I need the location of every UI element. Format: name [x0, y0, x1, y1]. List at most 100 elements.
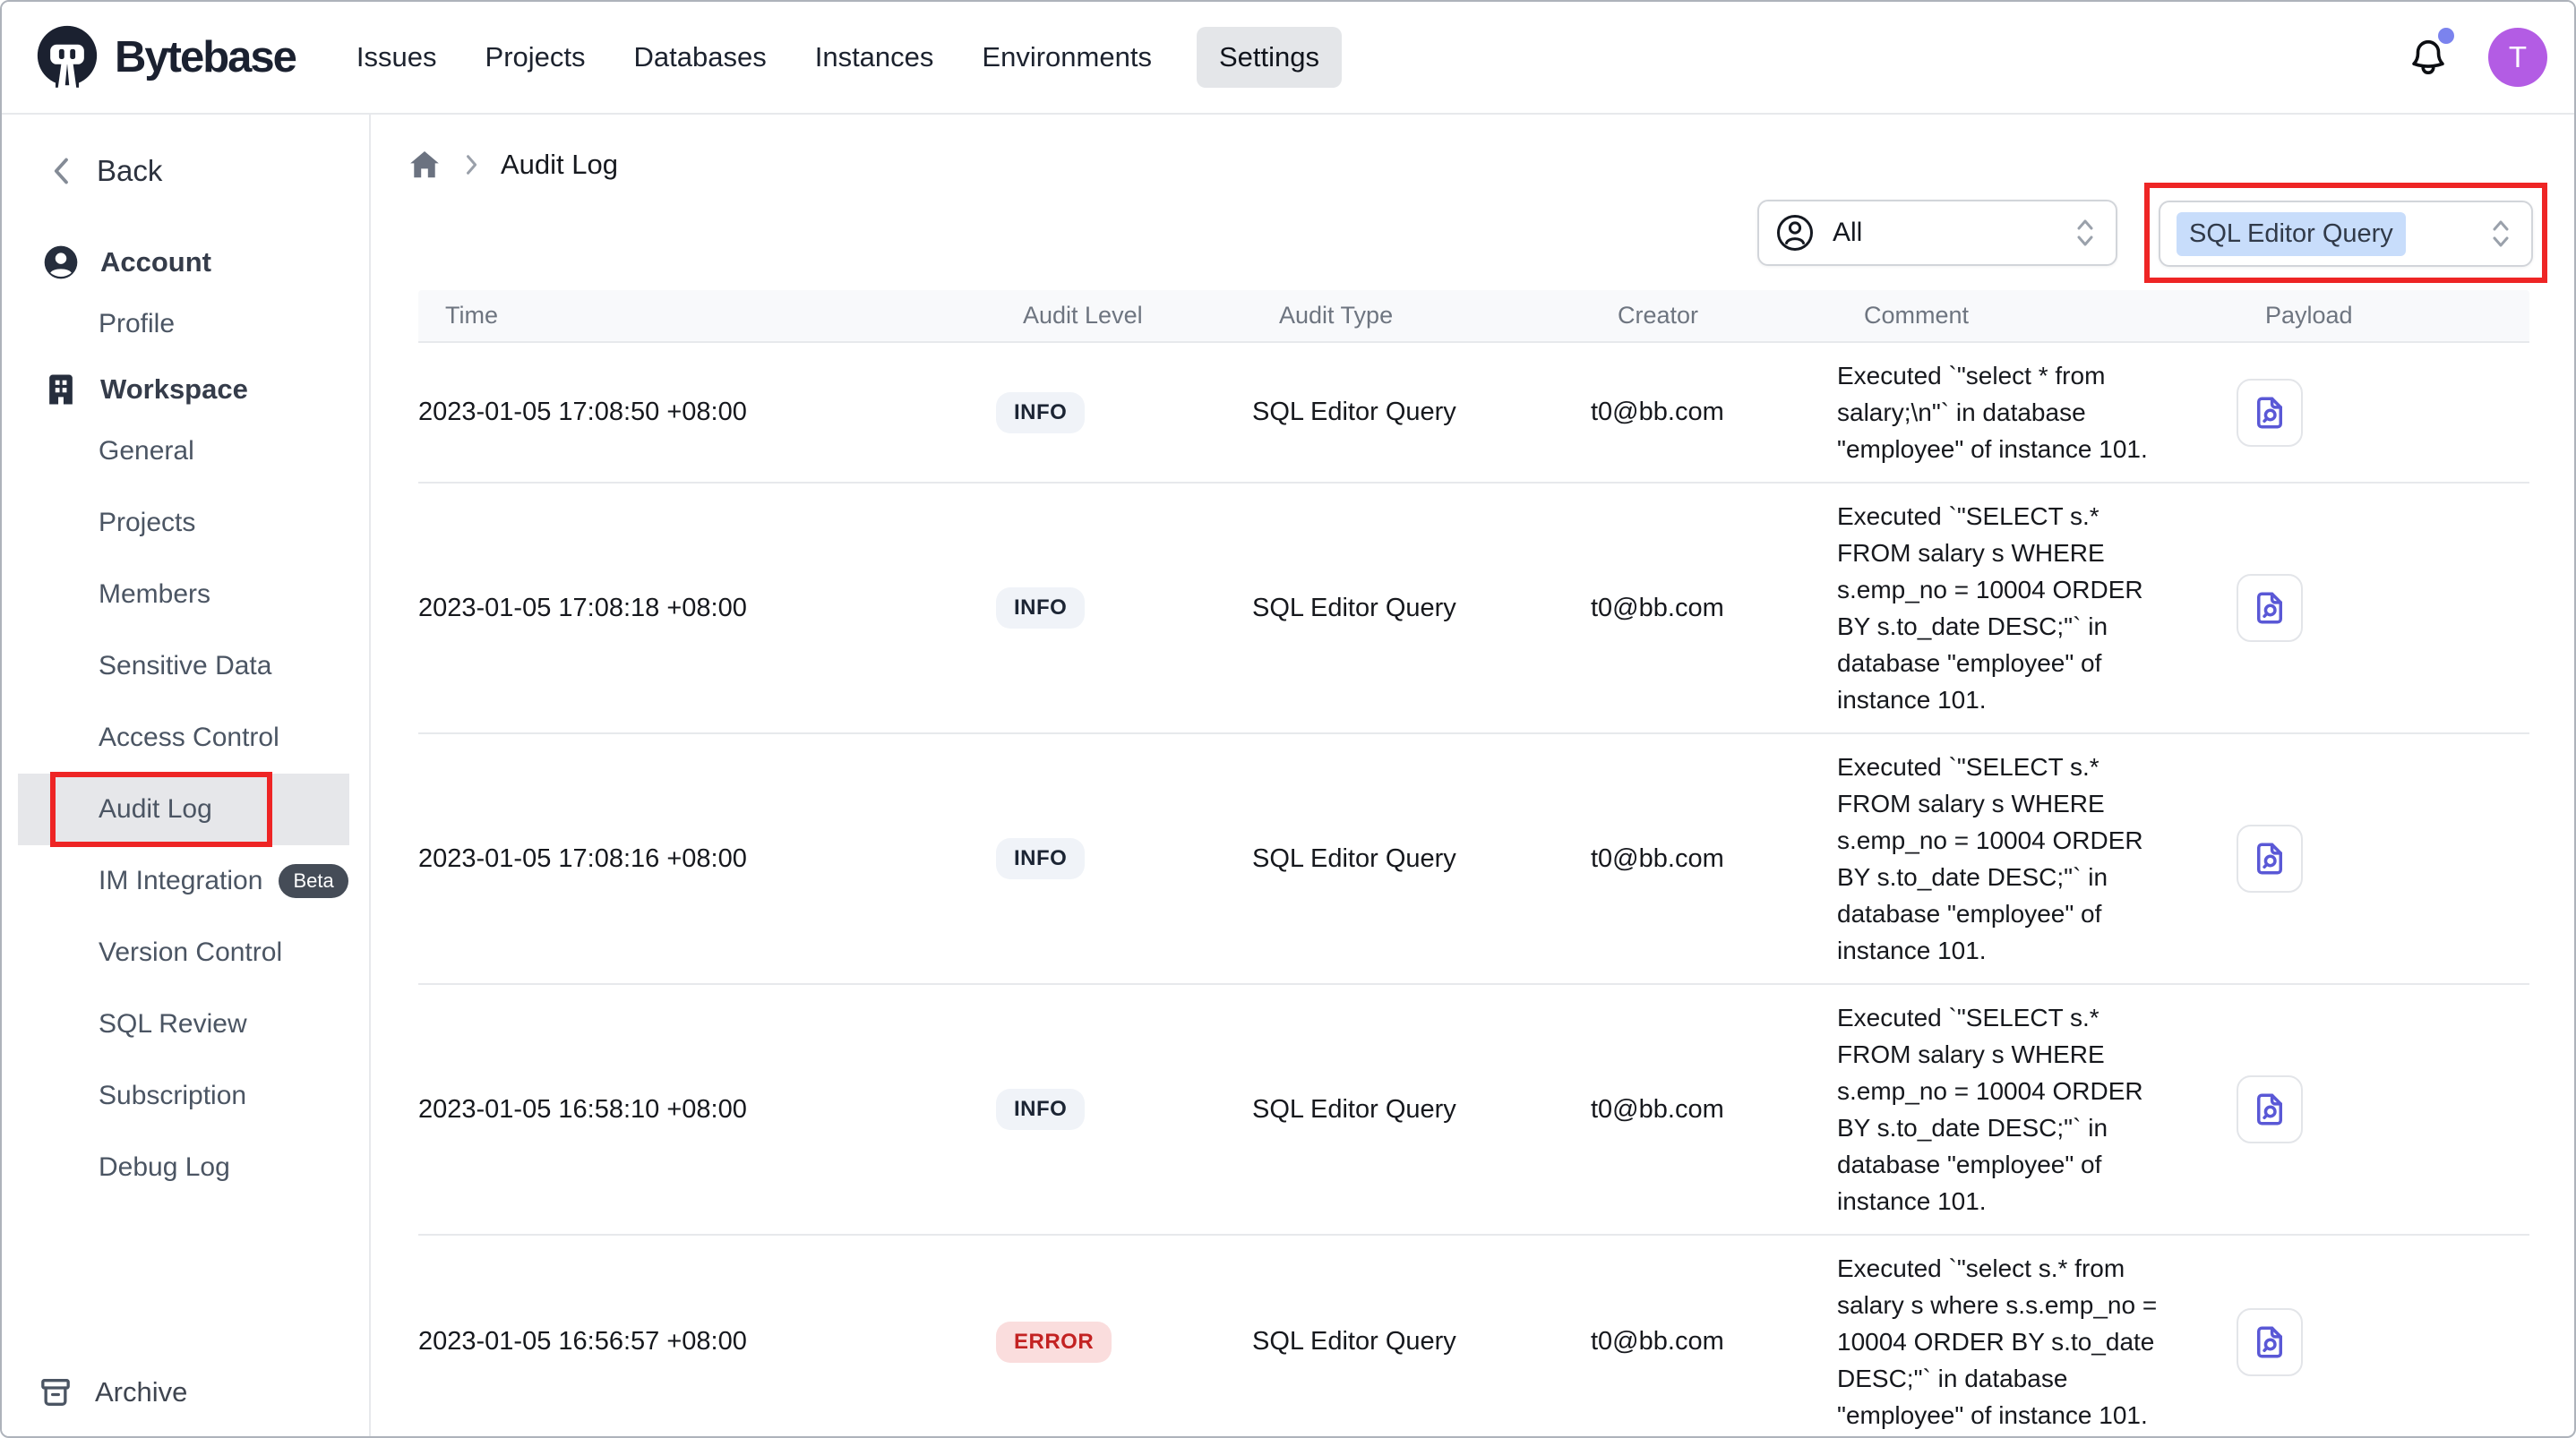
- table-header: Time Audit Level Audit Type Creator Comm…: [418, 290, 2529, 341]
- sidebar-item-label: Subscription: [99, 1081, 246, 1111]
- back-label: Back: [97, 154, 162, 188]
- row-level-cell: ERROR: [996, 1322, 1252, 1363]
- sidebar-item-general[interactable]: General: [2, 415, 349, 487]
- table-row: 2023-01-05 17:08:50 +08:00 INFO SQL Edit…: [418, 341, 2529, 482]
- sidebar-item-label: Debug Log: [99, 1152, 230, 1183]
- sidebar-item-sql-review[interactable]: SQL Review: [2, 989, 349, 1060]
- row-level-cell: INFO: [996, 587, 1252, 629]
- col-header-creator: Creator: [1618, 302, 1864, 330]
- sidebar-item-subscription[interactable]: Subscription: [2, 1060, 349, 1132]
- sidebar-item-archive[interactable]: Archive: [2, 1365, 369, 1420]
- row-time: 2023-01-05 16:58:10 +08:00: [418, 1095, 996, 1125]
- brand[interactable]: Bytebase: [32, 22, 296, 92]
- annotation-red-box-filter: SQL Editor Query: [2144, 183, 2547, 283]
- sidebar-item-label: Sensitive Data: [99, 651, 271, 681]
- col-header-level: Audit Level: [1023, 302, 1279, 330]
- file-search-icon: [2251, 840, 2288, 877]
- section-header-workspace: Workspace: [2, 364, 369, 415]
- row-audit-type: SQL Editor Query: [1252, 1327, 1591, 1357]
- page-title: Audit Log: [501, 149, 618, 181]
- avatar[interactable]: T: [2488, 28, 2547, 87]
- section-label: Account: [100, 246, 211, 278]
- creator-filter-select[interactable]: All: [1757, 200, 2117, 266]
- row-audit-type: SQL Editor Query: [1252, 398, 1591, 427]
- row-audit-type: SQL Editor Query: [1252, 1095, 1591, 1125]
- row-audit-type: SQL Editor Query: [1252, 844, 1591, 874]
- user-circle-icon: [1775, 213, 1815, 253]
- top-navbar: Bytebase Issues Projects Databases Instance…: [2, 2, 2574, 115]
- archive-label: Archive: [95, 1376, 187, 1408]
- row-comment: Executed `"SELECT s.* FROM salary s WHER…: [1837, 498, 2172, 718]
- audit-level-badge: INFO: [996, 838, 1085, 879]
- nav-item-instances[interactable]: Instances: [811, 27, 938, 88]
- audit-level-badge: ERROR: [996, 1322, 1112, 1363]
- sidebar-item-label: General: [99, 436, 194, 466]
- table-row: 2023-01-05 17:08:16 +08:00 INFO SQL Edit…: [418, 732, 2529, 983]
- file-search-icon: [2251, 589, 2288, 627]
- home-icon[interactable]: [408, 148, 442, 182]
- sidebar-item-projects[interactable]: Projects: [2, 487, 349, 559]
- audit-type-filter-select[interactable]: SQL Editor Query: [2159, 201, 2533, 267]
- row-creator: t0@bb.com: [1591, 594, 1837, 623]
- sidebar-item-debug-log[interactable]: Debug Log: [2, 1132, 349, 1203]
- row-time: 2023-01-05 17:08:16 +08:00: [418, 844, 996, 874]
- app-window: Bytebase Issues Projects Databases Instance…: [0, 0, 2576, 1438]
- sidebar-item-label: Audit Log: [99, 794, 212, 825]
- col-header-payload: Payload: [2199, 302, 2529, 330]
- row-time: 2023-01-05 17:08:18 +08:00: [418, 594, 996, 623]
- payload-view-button[interactable]: [2237, 574, 2303, 642]
- filters-row: All SQL Editor Query: [418, 183, 2547, 283]
- sidebar-item-sensitive-data[interactable]: Sensitive Data: [2, 630, 349, 702]
- sidebar-item-label: Members: [99, 579, 210, 610]
- audit-log-table: Time Audit Level Audit Type Creator Comm…: [418, 290, 2529, 1436]
- settings-sidebar: Back Account Profile: [2, 115, 371, 1436]
- notification-bell-icon[interactable]: [2408, 35, 2449, 80]
- row-time: 2023-01-05 16:56:57 +08:00: [418, 1327, 996, 1357]
- sidebar-item-audit-log[interactable]: Audit Log: [18, 774, 349, 845]
- nav-item-environments[interactable]: Environments: [978, 27, 1155, 88]
- audit-type-filter-value: SQL Editor Query: [2177, 212, 2406, 256]
- creator-filter-value: All: [1833, 218, 1862, 248]
- file-search-icon: [2251, 1323, 2288, 1361]
- nav-item-databases[interactable]: Databases: [631, 27, 770, 88]
- row-payload-cell: [2172, 1075, 2529, 1143]
- table-body: 2023-01-05 17:08:50 +08:00 INFO SQL Edit…: [418, 341, 2529, 1436]
- chevron-right-icon: [461, 151, 481, 178]
- account-items: Profile: [2, 288, 369, 360]
- nav-item-projects[interactable]: Projects: [482, 27, 589, 88]
- bytebase-logo-icon: [32, 22, 102, 92]
- sidebar-item-im-integration[interactable]: IM IntegrationBeta: [2, 845, 349, 917]
- payload-view-button[interactable]: [2237, 379, 2303, 447]
- main-content: Audit Log All S: [371, 115, 2574, 1436]
- row-comment: Executed `"SELECT s.* FROM salary s WHER…: [1837, 749, 2172, 969]
- sidebar-item-profile[interactable]: Profile: [2, 288, 349, 360]
- building-icon: [41, 370, 81, 409]
- back-button[interactable]: Back: [2, 145, 369, 197]
- table-row: 2023-01-05 16:58:10 +08:00 INFO SQL Edit…: [418, 983, 2529, 1234]
- chevrons-up-down-icon: [2073, 218, 2098, 248]
- sidebar-item-version-control[interactable]: Version Control: [2, 917, 349, 989]
- row-comment: Executed `"select s.* from salary s wher…: [1837, 1250, 2172, 1434]
- sidebar-item-access-control[interactable]: Access Control: [2, 702, 349, 774]
- nav-item-issues[interactable]: Issues: [353, 27, 441, 88]
- sidebar-item-label: Access Control: [99, 723, 279, 753]
- payload-view-button[interactable]: [2237, 1075, 2303, 1143]
- payload-view-button[interactable]: [2237, 1308, 2303, 1376]
- payload-view-button[interactable]: [2237, 825, 2303, 893]
- row-audit-type: SQL Editor Query: [1252, 594, 1591, 623]
- col-header-type: Audit Type: [1279, 302, 1618, 330]
- file-search-icon: [2251, 394, 2288, 432]
- sidebar-item-label: Profile: [99, 309, 175, 339]
- row-payload-cell: [2172, 379, 2529, 447]
- nav-item-settings[interactable]: Settings: [1197, 27, 1342, 88]
- sidebar-item-members[interactable]: Members: [2, 559, 349, 630]
- row-payload-cell: [2172, 574, 2529, 642]
- row-level-cell: INFO: [996, 838, 1252, 879]
- row-level-cell: INFO: [996, 392, 1252, 433]
- main-nav: Issues Projects Databases Instances Environm…: [353, 27, 1342, 88]
- brand-name: Bytebase: [115, 32, 296, 82]
- chevron-left-icon: [48, 155, 75, 187]
- chevrons-up-down-icon: [2488, 218, 2513, 249]
- table-row: 2023-01-05 16:56:57 +08:00 ERROR SQL Edi…: [418, 1234, 2529, 1436]
- table-row: 2023-01-05 17:08:18 +08:00 INFO SQL Edit…: [418, 482, 2529, 732]
